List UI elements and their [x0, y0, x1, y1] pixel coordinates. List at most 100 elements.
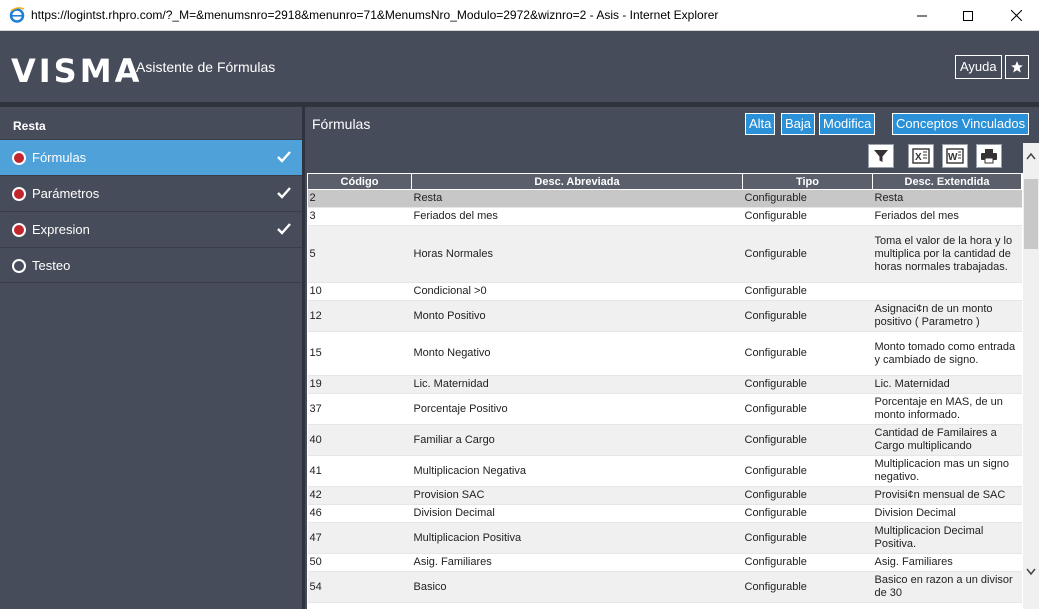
- cell-desc-abreviada: Division Decimal: [411, 504, 743, 523]
- export-word-button[interactable]: W: [942, 144, 968, 168]
- checkmark-icon: [277, 151, 291, 163]
- table-row[interactable]: 42 Provision SAC Configurable Provisi¢n men…: [307, 486, 1022, 505]
- export-excel-button[interactable]: X: [908, 144, 934, 168]
- cell-tipo: Configurable: [742, 522, 873, 554]
- sidebar-item-label: Parámetros: [32, 186, 100, 201]
- cell-tipo: Configurable: [742, 189, 873, 208]
- help-button[interactable]: Ayuda: [955, 55, 1002, 79]
- status-dot-icon: [12, 223, 26, 237]
- cell-tipo: Configurable: [742, 375, 873, 394]
- cell-desc-abreviada: Multiplicacion Negativa: [411, 455, 743, 487]
- svg-text:W: W: [948, 152, 958, 163]
- column-header-tipo[interactable]: Tipo: [742, 173, 873, 190]
- cell-codigo: 54: [307, 571, 412, 603]
- cell-tipo: Configurable: [742, 571, 873, 603]
- cell-desc-abreviada: Basico: [411, 571, 743, 603]
- chevron-up-icon[interactable]: [1026, 152, 1036, 160]
- minimize-icon: [917, 15, 927, 16]
- print-icon: [981, 149, 997, 164]
- sidebar-item-testeo[interactable]: Testeo: [0, 247, 302, 283]
- section-title: Fórmulas: [312, 116, 371, 132]
- table-header-row: Código Desc. Abreviada Tipo Desc. Extend…: [307, 173, 1022, 190]
- cell-desc-extendida: Multiplicacion Decimal Positiva.: [872, 522, 1022, 554]
- print-button[interactable]: [976, 144, 1002, 168]
- table-row[interactable]: 50 Asig. Familiares Configurable Asig. Fami…: [307, 553, 1022, 572]
- app-title: Asistente de Fórmulas: [136, 59, 276, 75]
- app-header: VISMA Asistente de Fórmulas Ayuda: [0, 31, 1039, 102]
- alta-button[interactable]: Alta: [745, 113, 776, 135]
- cell-codigo: 47: [307, 522, 412, 554]
- cell-desc-extendida: Provisi¢n mensual de SAC: [872, 486, 1022, 505]
- cell-desc-abreviada: Horas Normales: [411, 225, 743, 283]
- star-icon: [1011, 61, 1023, 73]
- table-row[interactable]: 10 Condicional >0 Configurable: [307, 282, 1022, 301]
- column-header-desc-extendida[interactable]: Desc. Extendida: [872, 173, 1022, 190]
- modifica-button[interactable]: Modifica: [819, 113, 876, 135]
- table-row[interactable]: 41 Multiplicacion Negativa Configurable Mul…: [307, 455, 1022, 487]
- sidebar-item-expresion[interactable]: Expresion: [0, 211, 302, 247]
- chevron-down-icon[interactable]: [1026, 568, 1036, 576]
- cell-codigo: 42: [307, 486, 412, 505]
- table-row[interactable]: 37 Porcentaje Positivo Configurable Porcent…: [307, 393, 1022, 425]
- sidebar-item-formulas[interactable]: Fórmulas: [0, 139, 302, 175]
- cell-codigo: 46: [307, 504, 412, 523]
- baja-button[interactable]: Baja: [781, 113, 816, 135]
- sidebar-heading: Resta: [13, 119, 46, 133]
- table-row[interactable]: 47 Multiplicacion Positiva Configurable Mul…: [307, 522, 1022, 554]
- favorite-button[interactable]: [1005, 55, 1029, 79]
- status-dot-icon: [12, 259, 26, 273]
- cell-tipo: Configurable: [742, 455, 873, 487]
- cell-tipo: Configurable: [742, 331, 873, 376]
- sidebar-item-label: Expresion: [32, 222, 90, 237]
- window-titlebar: https://logintst.rhpro.com/?_M=&menumsnr…: [0, 0, 1039, 31]
- cell-codigo: 10: [307, 282, 412, 301]
- checkmark-icon: [277, 223, 291, 235]
- maximize-button[interactable]: [945, 0, 991, 31]
- close-button[interactable]: [993, 0, 1039, 31]
- cell-desc-abreviada: Monto Negativo: [411, 331, 743, 376]
- cell-tipo: Configurable: [742, 504, 873, 523]
- table-row[interactable]: 54 Basico Configurable Basico en razon a un…: [307, 571, 1022, 603]
- cell-codigo: 37: [307, 393, 412, 425]
- cell-tipo: Configurable: [742, 300, 873, 332]
- excel-icon: X: [912, 148, 930, 164]
- table-row[interactable]: 40 Familiar a Cargo Configurable Cantidad d…: [307, 424, 1022, 456]
- table-row[interactable]: 46 Division Decimal Configurable Division D…: [307, 504, 1022, 523]
- table-row[interactable]: 12 Monto Positivo Configurable Asignaci¢n d…: [307, 300, 1022, 332]
- cell-desc-extendida: Resta: [872, 189, 1022, 208]
- table-row[interactable]: 19 Lic. Maternidad Configurable Lic. Matern…: [307, 375, 1022, 394]
- status-dot-icon: [12, 187, 26, 201]
- cell-tipo: Configurable: [742, 553, 873, 572]
- cell-tipo: Configurable: [742, 282, 873, 301]
- table-row[interactable]: 15 Monto Negativo Configurable Monto tomado…: [307, 331, 1022, 376]
- conceptos-vinculados-button[interactable]: Conceptos Vinculados: [892, 113, 1030, 135]
- table-row[interactable]: 2 Resta Configurable Resta: [307, 189, 1022, 208]
- vertical-scrollbar[interactable]: [1023, 143, 1039, 609]
- cell-desc-abreviada: Familiar a Cargo: [411, 424, 743, 456]
- cell-desc-abreviada: Asig. Familiares: [411, 553, 743, 572]
- scrollbar-thumb[interactable]: [1024, 179, 1038, 249]
- cell-tipo: Configurable: [742, 424, 873, 456]
- checkmark-icon: [277, 187, 291, 199]
- cell-desc-abreviada: Monto Positivo: [411, 300, 743, 332]
- sidebar-item-parametros[interactable]: Parámetros: [0, 175, 302, 211]
- cell-codigo: 19: [307, 375, 412, 394]
- close-icon: [1010, 10, 1022, 21]
- internet-explorer-icon: [9, 7, 25, 23]
- cell-desc-abreviada: Feriados del mes: [411, 207, 743, 226]
- cell-desc-extendida: Division Decimal: [872, 504, 1022, 523]
- formulas-table-container: Código Desc. Abreviada Tipo Desc. Extend…: [307, 173, 1023, 609]
- column-header-codigo[interactable]: Código: [307, 173, 412, 190]
- formulas-table: Código Desc. Abreviada Tipo Desc. Extend…: [307, 173, 1022, 603]
- cell-desc-extendida: Toma el valor de la hora y lo multiplica…: [872, 225, 1022, 283]
- window-title: https://logintst.rhpro.com/?_M=&menumsnr…: [31, 8, 719, 22]
- column-header-desc-abreviada[interactable]: Desc. Abreviada: [411, 173, 743, 190]
- minimize-button[interactable]: [899, 0, 945, 31]
- cell-tipo: Configurable: [742, 225, 873, 283]
- filter-button[interactable]: [868, 144, 894, 168]
- table-row[interactable]: 3 Feriados del mes Configurable Feriados de…: [307, 207, 1022, 226]
- cell-desc-extendida: Asignaci¢n de un monto positivo ( Parame…: [872, 300, 1022, 332]
- cell-desc-extendida: Lic. Maternidad: [872, 375, 1022, 394]
- table-row[interactable]: 5 Horas Normales Configurable Toma el valor…: [307, 225, 1022, 283]
- cell-desc-abreviada: Resta: [411, 189, 743, 208]
